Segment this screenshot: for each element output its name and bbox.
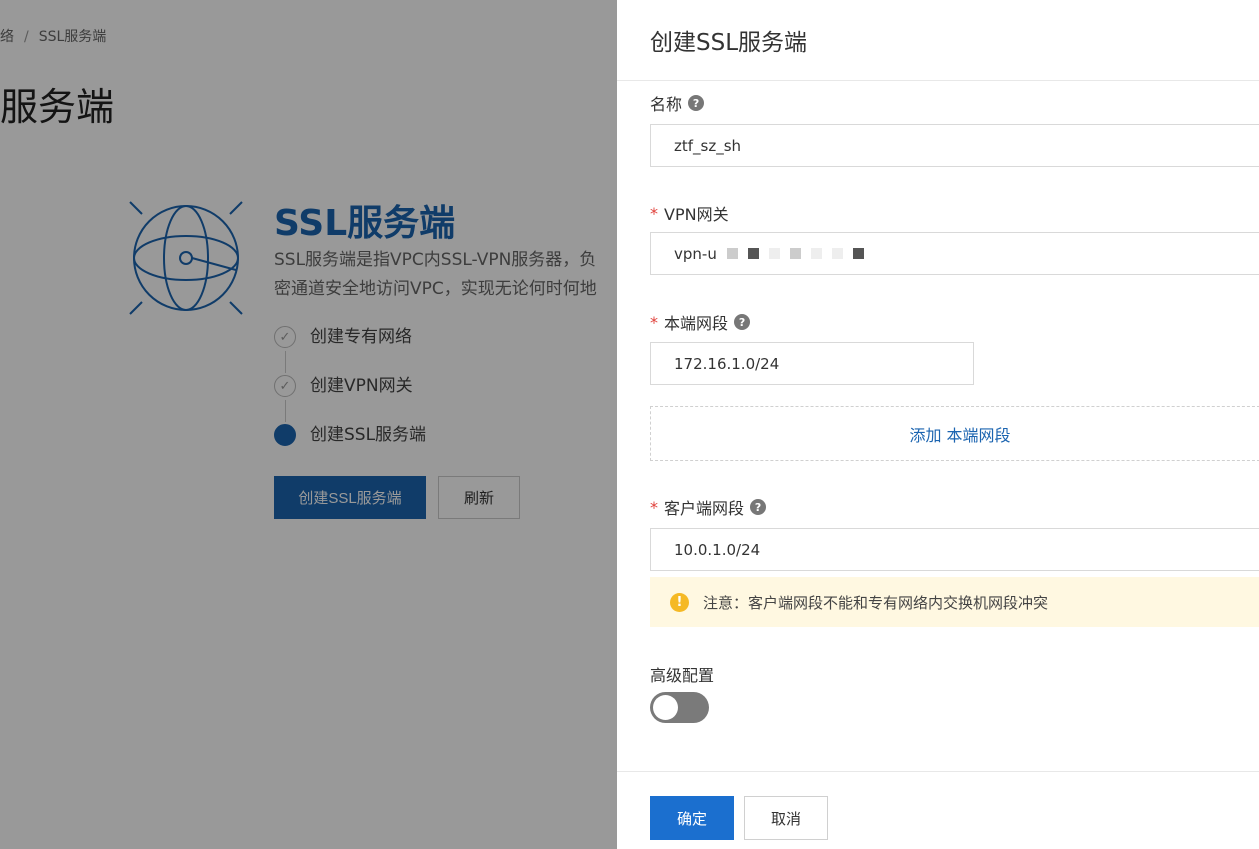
name-label: 名称 ? bbox=[650, 91, 705, 115]
redaction-block bbox=[810, 248, 822, 259]
question-circle-icon[interactable]: ? bbox=[734, 314, 751, 330]
client-cidr-label: * 客户端网段 ? bbox=[650, 495, 767, 519]
redaction-block bbox=[831, 248, 843, 259]
confirm-button[interactable]: 确定 bbox=[650, 796, 734, 840]
drawer-title: 创建SSL服务端 bbox=[650, 30, 808, 56]
client-cidr-warning: ! 注意：客户端网段不能和专有网络内交换机网段冲突 bbox=[650, 577, 1259, 627]
exclamation-circle-icon: ! bbox=[670, 592, 689, 612]
local-cidr-label: * 本端网段 ? bbox=[650, 310, 751, 334]
modal-overlay[interactable] bbox=[0, 0, 617, 849]
client-cidr-label-text: 客户端网段 bbox=[664, 499, 745, 518]
advanced-config-label: 高级配置 bbox=[650, 662, 714, 686]
redaction-block bbox=[852, 248, 864, 259]
local-cidr-value: 172.16.1.0/24 bbox=[674, 354, 780, 373]
redaction-block bbox=[726, 248, 738, 259]
required-mark: * bbox=[650, 312, 658, 332]
vpn-gateway-label-text: VPN网关 bbox=[664, 205, 729, 224]
required-mark: * bbox=[650, 203, 658, 223]
vpn-gateway-value: vpn-u bbox=[674, 244, 717, 263]
advanced-config-label-text: 高级配置 bbox=[650, 666, 715, 685]
create-ssl-server-drawer: 创建SSL服务端 名称 ? ztf_sz_sh * VPN网关 vpn-u * bbox=[617, 0, 1259, 849]
warning-text: 注意：客户端网段不能和专有网络内交换机网段冲突 bbox=[703, 593, 1049, 612]
local-cidr-input[interactable]: 172.16.1.0/24 bbox=[650, 342, 974, 385]
cancel-button[interactable]: 取消 bbox=[744, 796, 828, 840]
client-cidr-input[interactable]: 10.0.1.0/24 bbox=[650, 528, 1259, 571]
redaction-block bbox=[768, 248, 780, 259]
drawer-header: 创建SSL服务端 bbox=[617, 0, 1259, 81]
name-input[interactable]: ztf_sz_sh bbox=[650, 124, 1259, 167]
advanced-config-toggle[interactable] bbox=[650, 692, 709, 723]
client-cidr-value: 10.0.1.0/24 bbox=[674, 540, 761, 559]
drawer-body: 名称 ? ztf_sz_sh * VPN网关 vpn-u * 本端网段 ? 17… bbox=[617, 81, 1259, 771]
toggle-knob bbox=[653, 695, 678, 720]
vpn-gateway-select[interactable]: vpn-u bbox=[650, 232, 1259, 275]
redaction-block bbox=[747, 248, 759, 259]
name-label-text: 名称 bbox=[650, 95, 683, 114]
drawer-footer: 确定 取消 bbox=[617, 771, 1259, 849]
required-mark: * bbox=[650, 497, 658, 517]
question-circle-icon[interactable]: ? bbox=[688, 95, 705, 111]
add-local-cidr-button[interactable]: 添加 本端网段 bbox=[650, 406, 1259, 461]
redaction-block bbox=[789, 248, 801, 259]
vpn-gateway-label: * VPN网关 bbox=[650, 201, 729, 225]
local-cidr-label-text: 本端网段 bbox=[664, 314, 729, 333]
name-input-value: ztf_sz_sh bbox=[674, 136, 742, 155]
question-circle-icon[interactable]: ? bbox=[750, 499, 767, 515]
